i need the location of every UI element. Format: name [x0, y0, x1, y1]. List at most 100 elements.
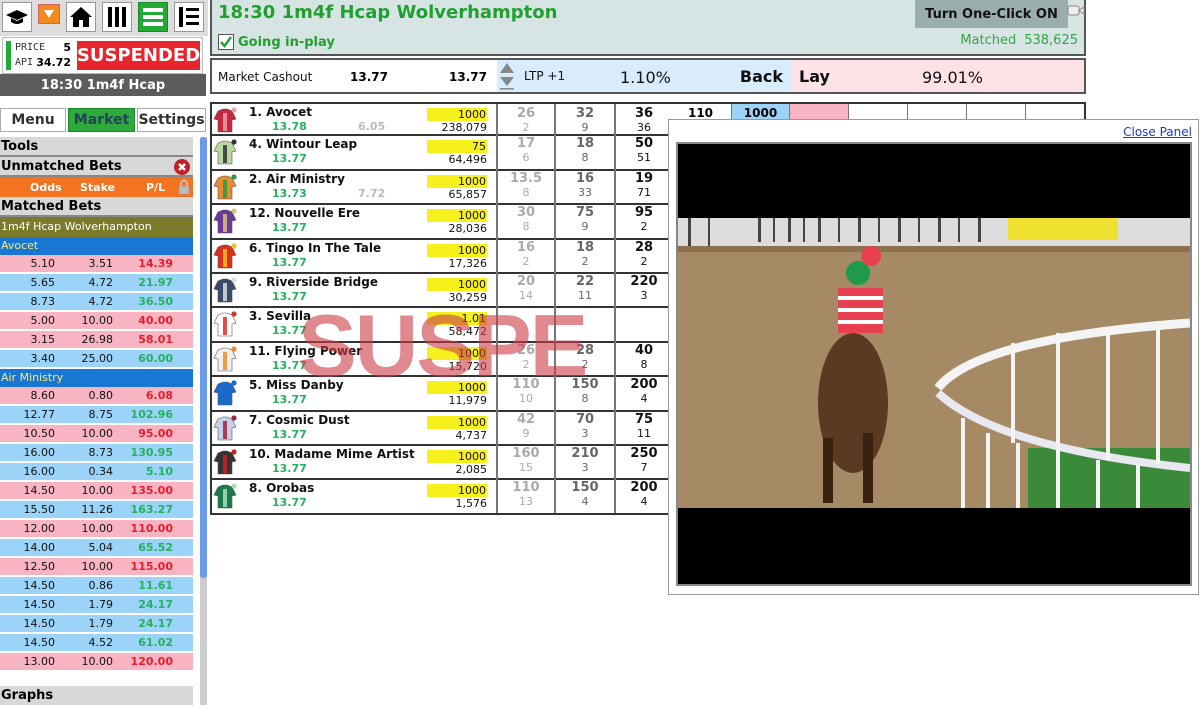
runner-stake-highlight[interactable]: 1000	[427, 346, 487, 360]
runner-stake-highlight[interactable]: 1000	[427, 277, 487, 291]
back-price-3[interactable]: 30 8	[496, 203, 554, 238]
back-price-3[interactable]	[496, 306, 554, 341]
close-panel-link[interactable]: Close Panel	[1123, 125, 1192, 139]
sidebar-scrollbar-thumb[interactable]	[200, 137, 207, 578]
back-price-2[interactable]: 32 9	[554, 104, 614, 139]
runner-stake-highlight[interactable]: 1000	[427, 415, 487, 429]
back-price-1[interactable]: 200 4	[614, 478, 672, 513]
back-price-3[interactable]: 26 2	[496, 340, 554, 376]
runner-stake-highlight[interactable]: 1000	[427, 209, 487, 223]
back-price-2[interactable]	[554, 306, 614, 341]
back-price-3[interactable]: 110 13	[496, 478, 554, 513]
tab-market[interactable]: Market	[68, 108, 135, 132]
back-price-2[interactable]: 75 9	[554, 203, 614, 238]
runner-name[interactable]: 3. Sevilla	[249, 309, 311, 323]
bet-odds: 5.10	[30, 257, 56, 270]
runner-stake-highlight[interactable]: 1000	[427, 484, 487, 498]
back-price-3[interactable]: 20 14	[496, 271, 554, 307]
runner-name[interactable]: 5. Miss Danby	[249, 378, 344, 392]
ladder-button[interactable]	[174, 2, 204, 32]
back-price-2[interactable]: 18 2	[554, 237, 614, 272]
matched-bets-header[interactable]: Matched Bets	[0, 197, 193, 217]
going-inplay[interactable]: Going in-play	[218, 34, 335, 50]
runner-stake-highlight[interactable]: 75	[427, 140, 487, 154]
race-video-player[interactable]	[676, 142, 1192, 586]
runner-stake-highlight[interactable]: 1000	[427, 449, 487, 463]
back-price-3[interactable]: 42 9	[496, 409, 554, 444]
back-price-1[interactable]: 40 8	[614, 340, 672, 376]
back-price-3[interactable]: 17 6	[496, 134, 554, 169]
back-price-3[interactable]: 16 2	[496, 237, 554, 272]
back-price-2[interactable]: 210 3	[554, 443, 614, 479]
back-price-1[interactable]: 28 2	[614, 237, 672, 272]
tab-menu[interactable]: Menu	[0, 108, 66, 132]
back-price-1[interactable]: 200 4	[614, 375, 672, 410]
size: 8	[581, 151, 589, 165]
back-price-2[interactable]: 28 2	[554, 340, 614, 376]
runner-name[interactable]: 4. Wintour Leap	[249, 137, 357, 151]
back-price-1[interactable]: 36 36	[614, 104, 672, 139]
back-price-2[interactable]: 150 4	[554, 478, 614, 513]
back-price-1[interactable]: 250 7	[614, 443, 672, 479]
back-price-1[interactable]: 95 2	[614, 203, 672, 238]
size: 3	[581, 460, 589, 474]
ltp-stepper-icon[interactable]	[499, 62, 515, 90]
back-price-1[interactable]: 220 3	[614, 271, 672, 307]
back-price-2[interactable]: 70 3	[554, 409, 614, 444]
mortarboard-button[interactable]	[2, 2, 32, 32]
tools-header[interactable]: Tools	[0, 137, 193, 157]
back-price-3[interactable]: 13.5 8	[496, 168, 554, 204]
lock-icon[interactable]	[178, 179, 190, 195]
runner-stake-highlight[interactable]: 1000	[427, 108, 487, 121]
graphs-header[interactable]: Graphs	[0, 686, 193, 705]
dropdown-button[interactable]	[38, 4, 60, 24]
runner-name[interactable]: 6. Tingo In The Tale	[249, 241, 381, 255]
unmatched-columns: Odds Stake P/L	[0, 177, 193, 197]
runner-stake-highlight[interactable]: 1000	[427, 174, 487, 188]
runner-name[interactable]: 8. Orobas	[249, 481, 314, 495]
matched-runner-header[interactable]: Air Ministry	[0, 369, 193, 387]
runner-pl: 13.77	[272, 152, 307, 166]
back-price-2[interactable]: 16 33	[554, 168, 614, 204]
matched-bet-row: 5.65 4.72 21.97	[0, 274, 193, 291]
runner-name[interactable]: 1. Avocet	[249, 105, 312, 119]
back-price-2[interactable]: 18 8	[554, 134, 614, 169]
unmatched-bets-header[interactable]: Unmatched Bets	[0, 157, 193, 177]
matched-runner-header[interactable]: Avocet	[0, 237, 193, 255]
home-button[interactable]	[66, 2, 96, 32]
one-click-button[interactable]: Turn One-Click ON	[915, 0, 1068, 28]
back-price-3[interactable]: 26 2	[496, 104, 554, 139]
back-price-2[interactable]: 22 11	[554, 271, 614, 307]
size: 13	[519, 495, 533, 509]
matched-bet-row: 12.00 10.00 110.00	[0, 520, 193, 537]
runner-stake-highlight[interactable]: 1000	[427, 381, 487, 395]
back-price-3[interactable]: 160 15	[496, 443, 554, 479]
price: 18	[575, 136, 595, 152]
columns-button[interactable]	[102, 2, 132, 32]
back-price-3[interactable]: 110 10	[496, 375, 554, 410]
bet-odds: 8.73	[30, 295, 56, 308]
runner-name[interactable]: 11. Flying Power	[249, 344, 362, 358]
runner-stake-highlight[interactable]: 1000	[427, 243, 487, 257]
size: 14	[519, 288, 533, 302]
runner-stake-highlight[interactable]: 1.01	[427, 312, 487, 326]
runner-name[interactable]: 2. Air Ministry	[249, 172, 345, 186]
runner-name[interactable]: 12. Nouvelle Ere	[249, 206, 360, 220]
size: 11	[637, 426, 651, 440]
size: 2	[640, 254, 648, 268]
back-price-1[interactable]	[614, 306, 672, 341]
size: 8	[640, 357, 648, 371]
cancel-all-icon[interactable]	[174, 159, 190, 175]
back-price-1[interactable]: 19 71	[614, 168, 672, 204]
back-price-1[interactable]: 50 51	[614, 134, 672, 169]
runner-name[interactable]: 10. Madame Mime Artist	[249, 447, 415, 461]
runner-name[interactable]: 7. Cosmic Dust	[249, 413, 350, 427]
tab-settings[interactable]: Settings	[137, 108, 206, 132]
runner-name[interactable]: 9. Riverside Bridge	[249, 275, 378, 289]
back-price-2[interactable]: 150 8	[554, 375, 614, 410]
back-price-1[interactable]: 75 11	[614, 409, 672, 444]
video-camera-icon[interactable]	[1067, 4, 1085, 17]
list-view-button[interactable]	[138, 2, 168, 32]
going-inplay-checkbox[interactable]	[218, 34, 234, 50]
runner-pl: 13.73	[272, 186, 307, 200]
